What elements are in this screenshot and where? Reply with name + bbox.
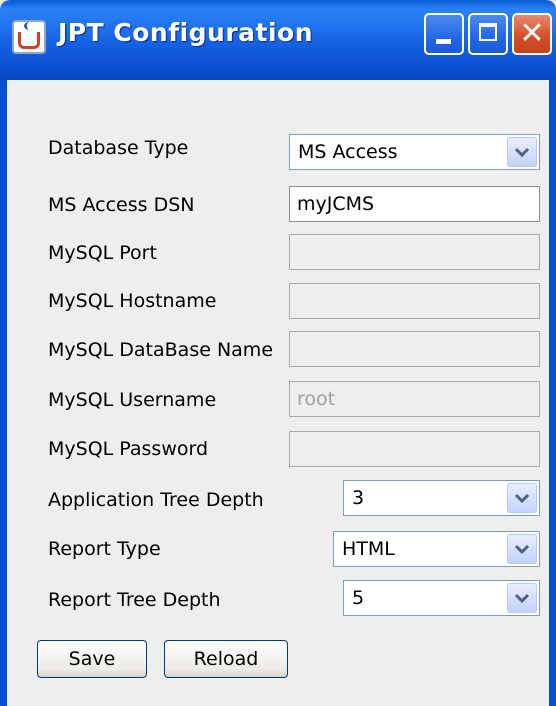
window-title: JPT Configuration — [58, 18, 314, 47]
mysql-database-name-input[interactable] — [289, 331, 540, 367]
mysql-database-name-label: MySQL DataBase Name — [48, 339, 274, 361]
database-type-value: MS Access — [298, 141, 398, 163]
window-frame-left — [0, 80, 7, 706]
java-cup-icon — [12, 20, 46, 54]
application-tree-depth-label: Application Tree Depth — [48, 489, 264, 511]
chevron-down-icon[interactable] — [507, 137, 537, 167]
report-tree-depth-select[interactable]: 5 — [343, 580, 540, 616]
mysql-port-input[interactable] — [289, 234, 540, 270]
application-tree-depth-select[interactable]: 3 — [343, 480, 540, 516]
chevron-down-icon[interactable] — [507, 583, 537, 613]
report-type-select[interactable]: HTML — [333, 531, 540, 567]
maximize-button[interactable] — [468, 13, 508, 55]
report-type-label: Report Type — [48, 538, 161, 560]
mysql-username-input[interactable]: root — [289, 381, 540, 417]
ms-access-dsn-input[interactable]: myJCMS — [289, 186, 540, 222]
report-type-value: HTML — [342, 538, 395, 560]
reload-button[interactable]: Reload — [164, 640, 288, 678]
save-button[interactable]: Save — [37, 640, 147, 678]
mysql-password-input[interactable] — [289, 431, 540, 467]
minimize-button[interactable] — [424, 13, 464, 55]
chevron-down-icon[interactable] — [507, 534, 537, 564]
mysql-port-label: MySQL Port — [48, 242, 157, 264]
minimize-icon — [436, 39, 451, 44]
database-type-label: Database Type — [48, 137, 189, 159]
chevron-down-icon[interactable] — [507, 483, 537, 513]
database-type-select[interactable]: MS Access — [289, 134, 540, 170]
close-icon: ✕ — [519, 16, 545, 51]
mysql-hostname-label: MySQL Hostname — [48, 290, 217, 312]
application-tree-depth-value: 3 — [352, 487, 365, 509]
mysql-password-label: MySQL Password — [48, 438, 209, 460]
title-bar[interactable]: JPT Configuration ✕ — [0, 0, 556, 80]
ms-access-dsn-label: MS Access DSN — [48, 194, 195, 216]
close-button[interactable]: ✕ — [512, 13, 552, 55]
report-tree-depth-label: Report Tree Depth — [48, 589, 221, 611]
window-frame-right — [549, 80, 556, 706]
mysql-username-label: MySQL Username — [48, 389, 217, 411]
mysql-hostname-input[interactable] — [289, 283, 540, 319]
jpt-configuration-window: JPT Configuration ✕ Database Type MS Acc… — [0, 0, 556, 706]
maximize-icon — [479, 23, 497, 41]
report-tree-depth-value: 5 — [352, 587, 365, 609]
